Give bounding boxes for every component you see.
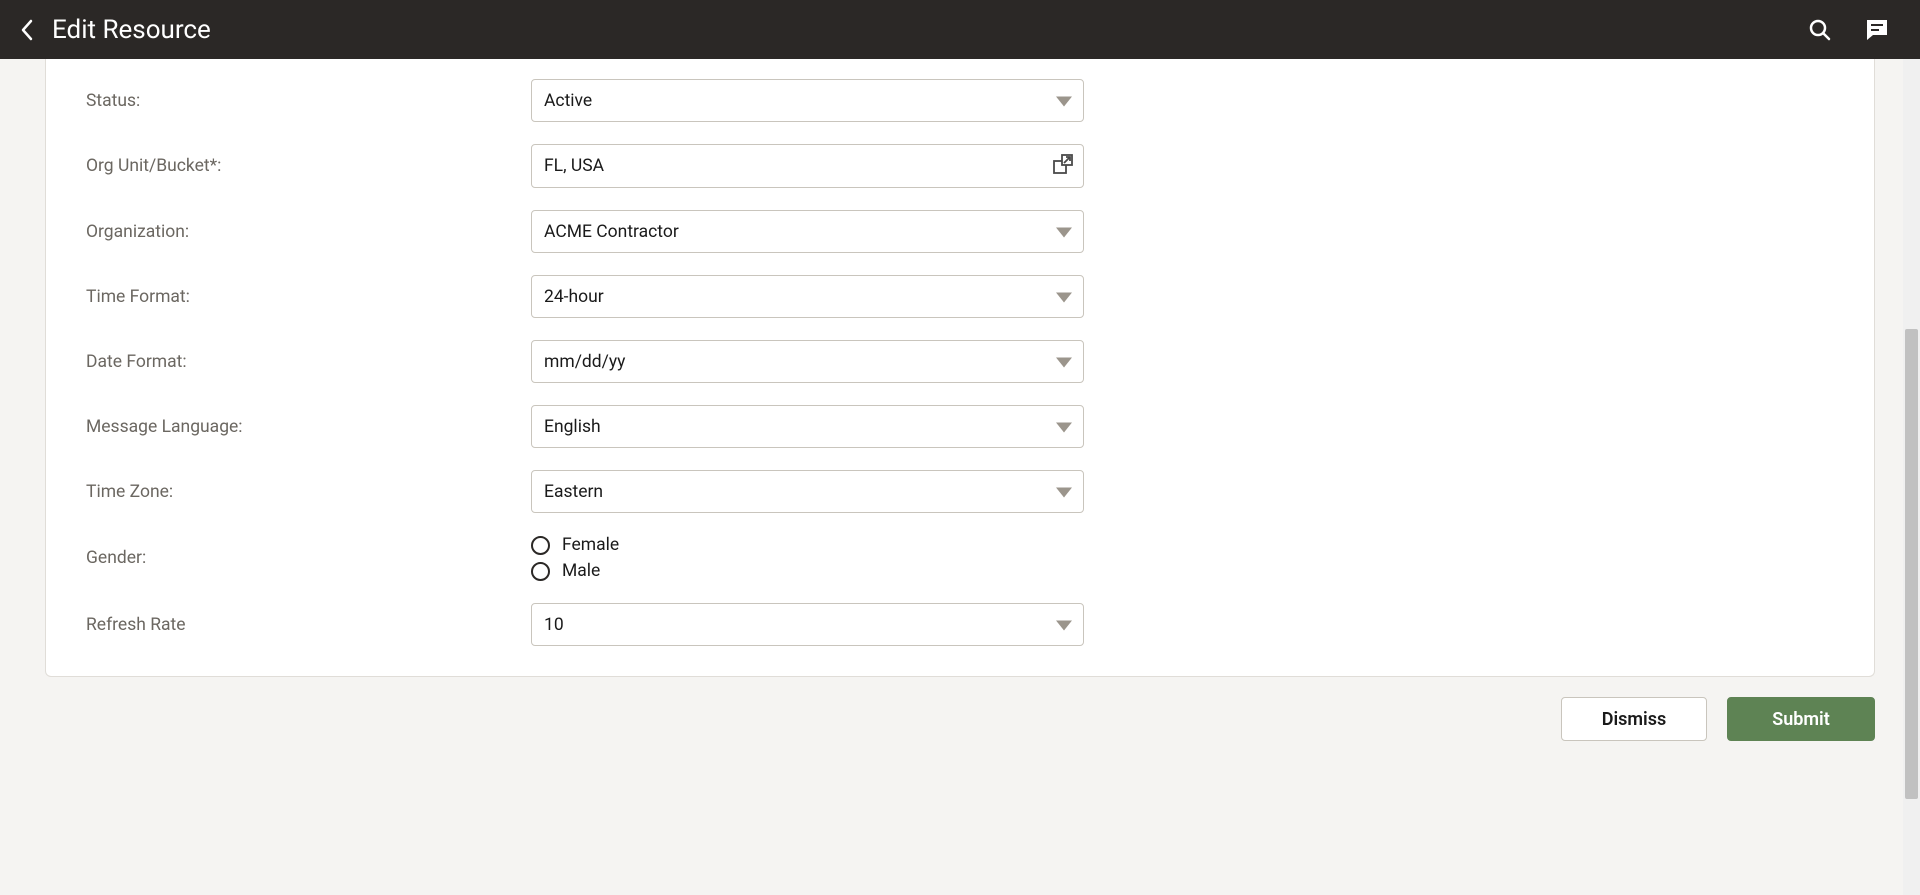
message-language-select[interactable]: English xyxy=(531,405,1084,448)
radio-icon xyxy=(531,536,550,555)
date-format-select[interactable]: mm/dd/yy xyxy=(531,340,1084,383)
date-format-row: Date Format: mm/dd/yy xyxy=(86,340,1834,383)
button-bar: Dismiss Submit xyxy=(0,677,1920,741)
header-right xyxy=(1808,17,1900,43)
content-wrapper: Status: Active Org Unit/Bucket*: FL, USA xyxy=(0,59,1920,677)
gender-female-label: Female xyxy=(562,535,619,555)
date-format-label: Date Format: xyxy=(86,352,531,372)
time-zone-label: Time Zone: xyxy=(86,482,531,502)
refresh-rate-row: Refresh Rate 10 xyxy=(86,603,1834,646)
status-row: Status: Active xyxy=(86,79,1834,122)
gender-row: Gender: Female Male xyxy=(86,535,1834,581)
page-title: Edit Resource xyxy=(52,15,211,45)
organization-value: ACME Contractor xyxy=(544,222,679,242)
back-icon[interactable] xyxy=(20,19,34,41)
org-unit-value: FL, USA xyxy=(544,156,604,176)
gender-label: Gender: xyxy=(86,548,531,568)
form-panel: Status: Active Org Unit/Bucket*: FL, USA xyxy=(45,59,1875,677)
time-format-label: Time Format: xyxy=(86,287,531,307)
org-unit-label: Org Unit/Bucket*: xyxy=(86,156,531,176)
radio-icon xyxy=(531,562,550,581)
organization-row: Organization: ACME Contractor xyxy=(86,210,1834,253)
time-zone-row: Time Zone: Eastern xyxy=(86,470,1834,513)
refresh-rate-label: Refresh Rate xyxy=(86,615,531,635)
time-format-row: Time Format: 24-hour xyxy=(86,275,1834,318)
organization-select[interactable]: ACME Contractor xyxy=(531,210,1084,253)
popup-icon[interactable] xyxy=(1052,153,1074,179)
time-zone-value: Eastern xyxy=(544,482,603,502)
time-format-value: 24-hour xyxy=(544,287,604,307)
org-unit-input[interactable]: FL, USA xyxy=(531,144,1084,188)
header-bar: Edit Resource xyxy=(0,0,1920,59)
organization-label: Organization: xyxy=(86,222,531,242)
org-unit-row: Org Unit/Bucket*: FL, USA xyxy=(86,144,1834,188)
scrollbar-track[interactable] xyxy=(1903,59,1920,895)
scrollbar-thumb[interactable] xyxy=(1905,329,1918,799)
message-language-value: English xyxy=(544,417,601,437)
message-language-label: Message Language: xyxy=(86,417,531,437)
status-select[interactable]: Active xyxy=(531,79,1084,122)
status-label: Status: xyxy=(86,91,531,111)
status-value: Active xyxy=(544,91,592,111)
date-format-value: mm/dd/yy xyxy=(544,352,625,372)
message-language-row: Message Language: English xyxy=(86,405,1834,448)
header-left: Edit Resource xyxy=(20,15,211,45)
refresh-rate-select[interactable]: 10 xyxy=(531,603,1084,646)
gender-radio-male[interactable]: Male xyxy=(531,561,619,581)
dismiss-button[interactable]: Dismiss xyxy=(1561,697,1707,741)
gender-radio-group: Female Male xyxy=(531,535,619,581)
gender-male-label: Male xyxy=(562,561,600,581)
refresh-rate-value: 10 xyxy=(544,615,564,635)
search-icon[interactable] xyxy=(1808,18,1832,42)
submit-button[interactable]: Submit xyxy=(1727,697,1875,741)
time-zone-select[interactable]: Eastern xyxy=(531,470,1084,513)
gender-radio-female[interactable]: Female xyxy=(531,535,619,555)
chat-icon[interactable] xyxy=(1864,17,1890,43)
time-format-select[interactable]: 24-hour xyxy=(531,275,1084,318)
